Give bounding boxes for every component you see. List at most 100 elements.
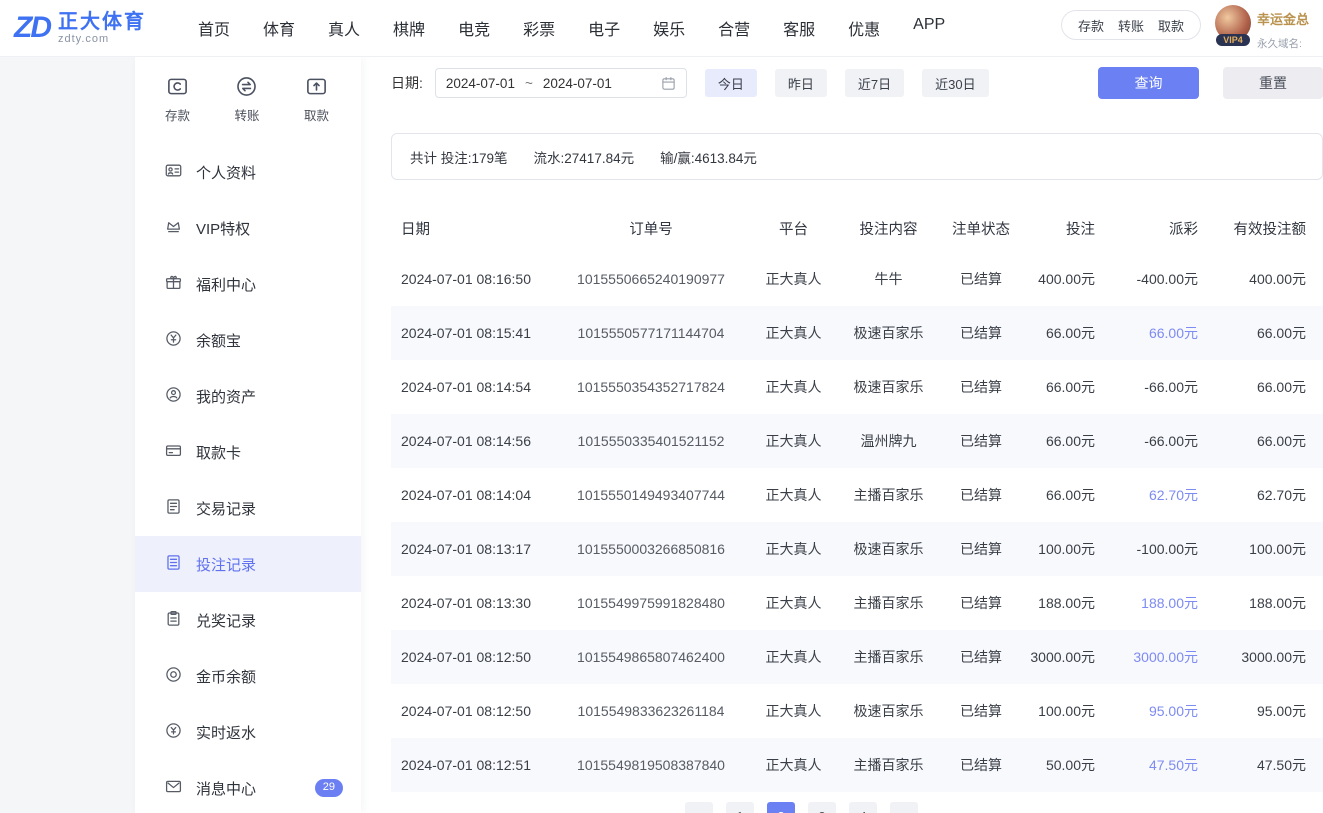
- cell-content: 牛牛: [874, 271, 903, 287]
- header-quick-links: 存款 转账 取款: [1060, 10, 1201, 40]
- brand-domain: zdty.com: [58, 33, 110, 45]
- left-gutter: [0, 57, 135, 813]
- nav-item-home[interactable]: 首页: [198, 16, 230, 40]
- sidebar-item-yuebao[interactable]: 余额宝: [135, 312, 361, 368]
- quick-action-deposit[interactable]: 存款: [165, 75, 190, 124]
- date-range-input[interactable]: 2024-07-01 ~ 2024-07-01: [434, 68, 687, 98]
- sidebar-menu: 个人资料 VIP特权 福利中心 余额宝 我的资产 取款卡 交易记录 投注记录 兑…: [135, 144, 361, 813]
- date-separator: ~: [524, 75, 533, 91]
- nav-item-app[interactable]: APP: [913, 16, 945, 40]
- cell-content: 极速百家乐: [853, 703, 924, 719]
- gold-coin-icon: [165, 666, 182, 687]
- search-button[interactable]: 查询: [1098, 67, 1199, 99]
- summary-turnover: 流水:27417.84元: [533, 150, 635, 166]
- page-4-button[interactable]: 4: [849, 802, 877, 813]
- table-header-row: 日期 订单号 平台 投注内容 注单状态 投注 派彩 有效投注额: [391, 204, 1323, 252]
- bet-records-table: 日期 订单号 平台 投注内容 注单状态 投注 派彩 有效投注额 2024-07-…: [391, 204, 1323, 792]
- cell-platform: 正大真人: [765, 271, 822, 287]
- sidebar-item-welfare[interactable]: 福利中心: [135, 256, 361, 312]
- cell-status: 已结算: [960, 325, 1002, 341]
- brand-name: 正大体育: [58, 11, 146, 33]
- cell-bet: 66.00元: [1045, 325, 1095, 341]
- nav-item-esports[interactable]: 电竞: [458, 16, 490, 40]
- cell-date: 2024-07-01 08:13:30: [401, 595, 531, 611]
- sidebar-item-redeem-records[interactable]: 兑奖记录: [135, 592, 361, 648]
- cell-date: 2024-07-01 08:12:50: [401, 703, 531, 719]
- nav-item-lottery[interactable]: 彩票: [523, 16, 555, 40]
- cell-content: 极速百家乐: [853, 541, 924, 557]
- cell-date: 2024-07-01 08:12:50: [401, 649, 531, 665]
- sidebar-item-bet-records[interactable]: 投注记录: [135, 536, 361, 592]
- cell-status: 已结算: [960, 649, 1002, 665]
- range-today-button[interactable]: 今日: [704, 69, 757, 97]
- header-withdraw-link[interactable]: 取款: [1158, 16, 1184, 35]
- table-row: 2024-07-01 08:13:17 1015550003266850816 …: [391, 522, 1323, 576]
- yuan-coin-icon: [165, 330, 182, 351]
- sidebar-item-vip[interactable]: VIP特权: [135, 200, 361, 256]
- cell-date: 2024-07-01 08:13:17: [401, 541, 531, 557]
- cell-valid: 3000.00元: [1241, 649, 1306, 665]
- cell-bet: 66.00元: [1045, 379, 1095, 395]
- cell-status: 已结算: [960, 433, 1002, 449]
- sidebar-item-withdraw-card[interactable]: 取款卡: [135, 424, 361, 480]
- nav-item-chess[interactable]: 棋牌: [393, 16, 425, 40]
- nav-item-partnership[interactable]: 合营: [718, 16, 750, 40]
- range-yesterday-button[interactable]: 昨日: [774, 69, 827, 97]
- nav-item-service[interactable]: 客服: [783, 16, 815, 40]
- main-content: 日期: 2024-07-01 ~ 2024-07-01 今日 昨日 近7日 近3…: [361, 57, 1323, 813]
- page-next-button[interactable]: ›: [890, 802, 918, 813]
- cell-valid: 400.00元: [1249, 271, 1306, 287]
- cell-valid: 66.00元: [1256, 379, 1306, 395]
- sidebar-item-messages[interactable]: 消息中心 29: [135, 760, 361, 813]
- page-3-button[interactable]: 3: [808, 802, 836, 813]
- cell-order: 1015550577171144704: [577, 325, 725, 341]
- rebate-icon: [165, 722, 182, 743]
- cell-status: 已结算: [960, 541, 1002, 557]
- sidebar-item-assets[interactable]: 我的资产: [135, 368, 361, 424]
- user-block[interactable]: VIP4 幸运金总 永久域名:: [1214, 5, 1309, 51]
- brand-logo[interactable]: ZD 正大体育 zdty.com: [14, 11, 146, 45]
- nav-item-sports[interactable]: 体育: [263, 16, 295, 40]
- summary-total-bets: 共计 投注:179笔: [410, 150, 508, 166]
- cell-bet: 3000.00元: [1030, 649, 1095, 665]
- nav-item-slots[interactable]: 电子: [588, 16, 620, 40]
- quick-action-transfer[interactable]: 转账: [234, 75, 260, 124]
- header-transfer-link[interactable]: 转账: [1118, 16, 1144, 35]
- nav-item-entertainment[interactable]: 娱乐: [653, 16, 685, 40]
- table-row: 2024-07-01 08:12:50 1015549865807462400 …: [391, 630, 1323, 684]
- permanent-domain-label: 永久域名:: [1256, 38, 1302, 50]
- range-7days-button[interactable]: 近7日: [844, 69, 905, 97]
- cell-payout: -66.00元: [1144, 379, 1198, 395]
- cell-order: 1015550665240190977: [577, 271, 725, 287]
- nav-item-promo[interactable]: 优惠: [848, 16, 880, 40]
- sidebar-item-rebate[interactable]: 实时返水: [135, 704, 361, 760]
- vip-crown-icon: [165, 218, 182, 239]
- cell-valid: 188.00元: [1249, 595, 1306, 611]
- gift-icon: [165, 274, 182, 295]
- sidebar-item-profile[interactable]: 个人资料: [135, 144, 361, 200]
- col-header-payout: 派彩: [1169, 221, 1198, 238]
- reset-button[interactable]: 重置: [1223, 67, 1323, 99]
- quick-action-withdraw[interactable]: 取款: [304, 75, 329, 124]
- cell-bet: 188.00元: [1038, 595, 1095, 611]
- message-count-badge: 29: [314, 779, 343, 797]
- header-deposit-link[interactable]: 存款: [1078, 16, 1104, 35]
- page-prev-button[interactable]: ‹: [685, 802, 713, 813]
- sidebar-item-coin-balance[interactable]: 金币余额: [135, 648, 361, 704]
- page-1-button[interactable]: 1: [726, 802, 754, 813]
- cell-valid: 95.00元: [1256, 703, 1306, 719]
- cell-date: 2024-07-01 08:12:51: [401, 757, 531, 773]
- table-row: 2024-07-01 08:16:50 1015550665240190977 …: [391, 252, 1323, 306]
- cell-date: 2024-07-01 08:14:56: [401, 433, 531, 449]
- page-2-button[interactable]: 2: [767, 802, 795, 813]
- sidebar-item-transactions[interactable]: 交易记录: [135, 480, 361, 536]
- cell-date: 2024-07-01 08:14:04: [401, 487, 531, 503]
- cell-bet: 66.00元: [1045, 487, 1095, 503]
- nav-item-live[interactable]: 真人: [328, 16, 360, 40]
- range-30days-button[interactable]: 近30日: [922, 69, 989, 97]
- cell-payout: 188.00元: [1141, 595, 1198, 611]
- calendar-icon[interactable]: [661, 76, 676, 91]
- cell-order: 1015549833623261184: [577, 703, 725, 719]
- cell-platform: 正大真人: [765, 595, 822, 611]
- cell-valid: 100.00元: [1249, 541, 1306, 557]
